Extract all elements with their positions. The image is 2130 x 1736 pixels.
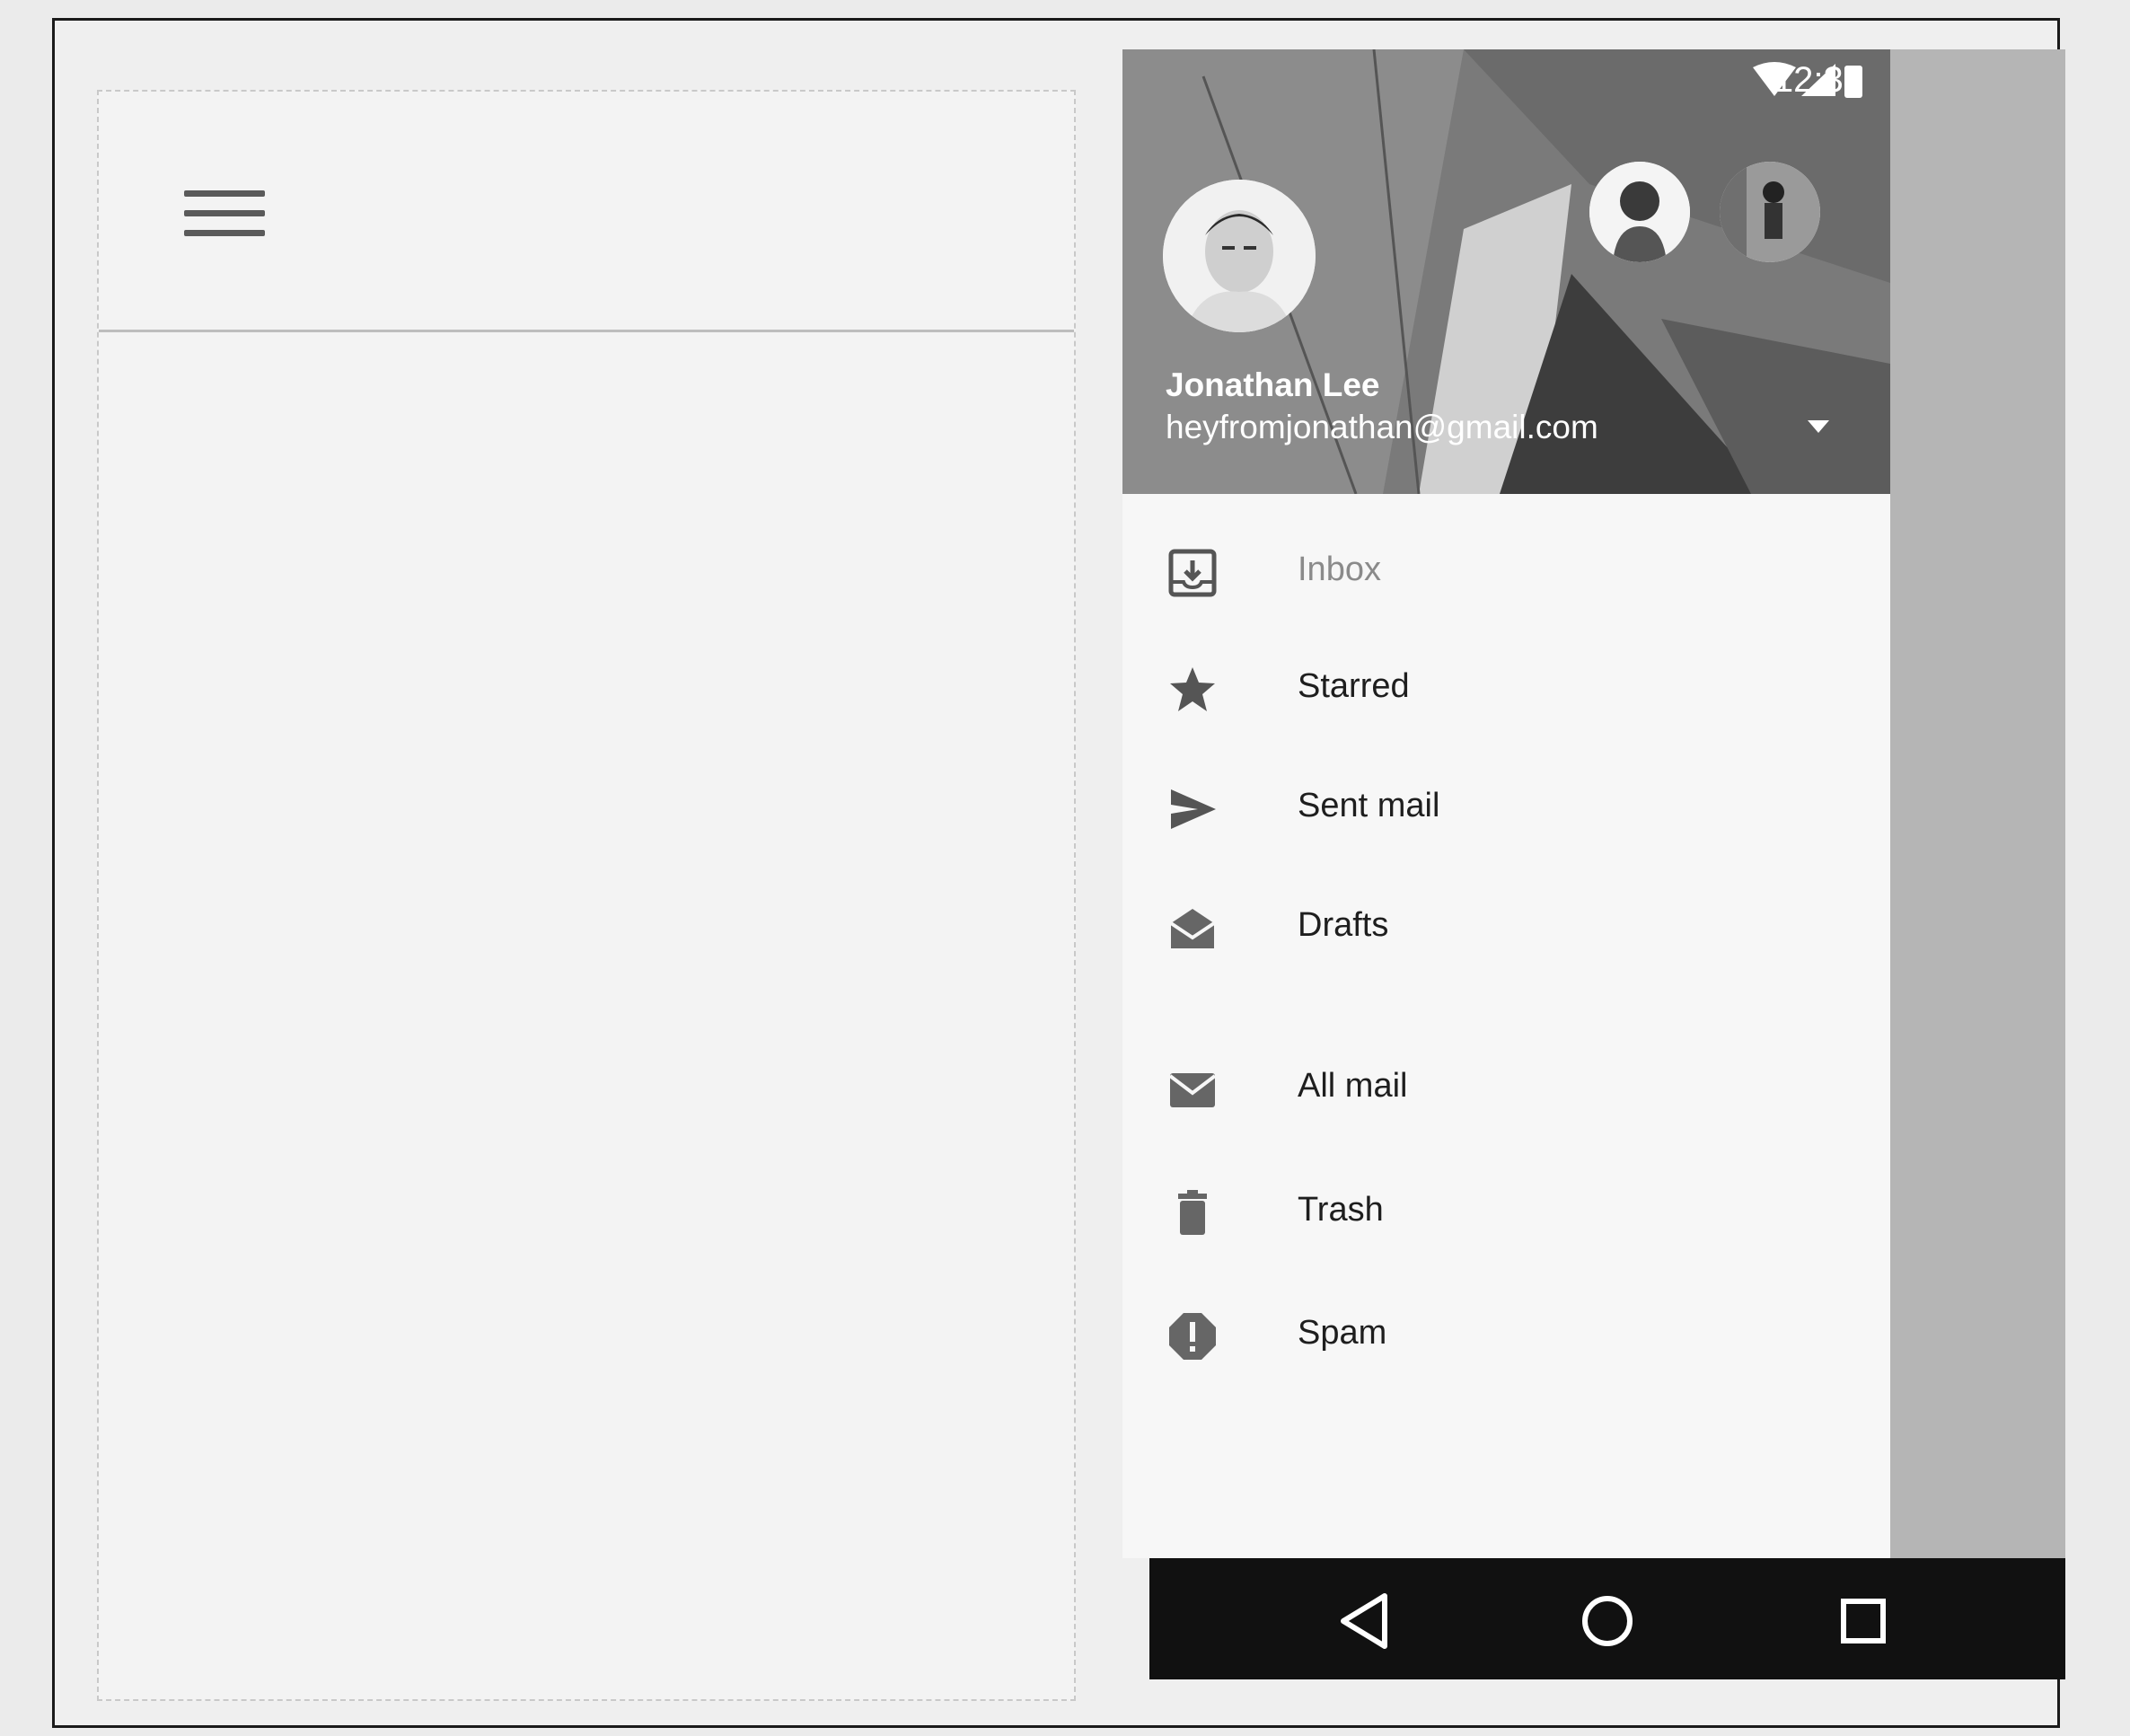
inbox-icon [1167,548,1218,598]
home-icon[interactable] [1571,1585,1643,1657]
nav-item-sent-mail[interactable]: Sent mail [1122,762,1890,851]
account-name: Jonathan Lee [1166,366,1380,403]
drafts-icon [1167,903,1218,954]
nav-item-drafts[interactable]: Drafts [1122,881,1890,971]
nav-item-starred[interactable]: Starred [1122,642,1890,732]
account-avatar[interactable] [1163,180,1316,332]
account-header: 12:30 Jonathan Lee heyfromjonathan@gmail… [1122,49,1890,494]
back-icon[interactable] [1329,1585,1401,1657]
nav-item-label: Drafts [1298,906,1389,944]
nav-item-inbox[interactable]: Inbox [1122,525,1890,615]
toolbar-divider [99,330,1074,332]
secondary-account-avatar[interactable] [1589,162,1690,262]
spam-icon [1167,1311,1218,1361]
nav-item-label: Starred [1298,667,1410,705]
account-email: heyfromjonathan@gmail.com [1166,409,1598,445]
account-dropdown-icon[interactable] [1800,413,1836,440]
recents-icon[interactable] [1827,1585,1899,1657]
status-time: 12:30 [1773,60,1863,100]
nav-item-all-mail[interactable]: All mail [1122,1042,1890,1132]
send-icon [1167,784,1218,834]
nav-item-spam[interactable]: Spam [1122,1289,1890,1379]
nav-item-label: Trash [1298,1191,1384,1229]
nav-item-label: Spam [1298,1314,1387,1352]
mail-icon [1167,1064,1218,1115]
app-content-panel [97,90,1076,1701]
status-bar: 12:30 [1122,49,1890,112]
nav-item-trash[interactable]: Trash [1122,1166,1890,1256]
trash-icon [1167,1188,1218,1238]
secondary-account-avatar[interactable] [1720,162,1820,262]
nav-item-label: All mail [1298,1067,1408,1105]
star-icon [1167,665,1218,715]
system-navigation-bar [1149,1558,2065,1679]
navigation-drawer: 12:30 Jonathan Lee heyfromjonathan@gmail… [1122,49,1890,1558]
nav-item-label: Sent mail [1298,787,1440,824]
nav-item-label: Inbox [1298,551,1381,588]
menu-icon[interactable] [184,190,265,253]
